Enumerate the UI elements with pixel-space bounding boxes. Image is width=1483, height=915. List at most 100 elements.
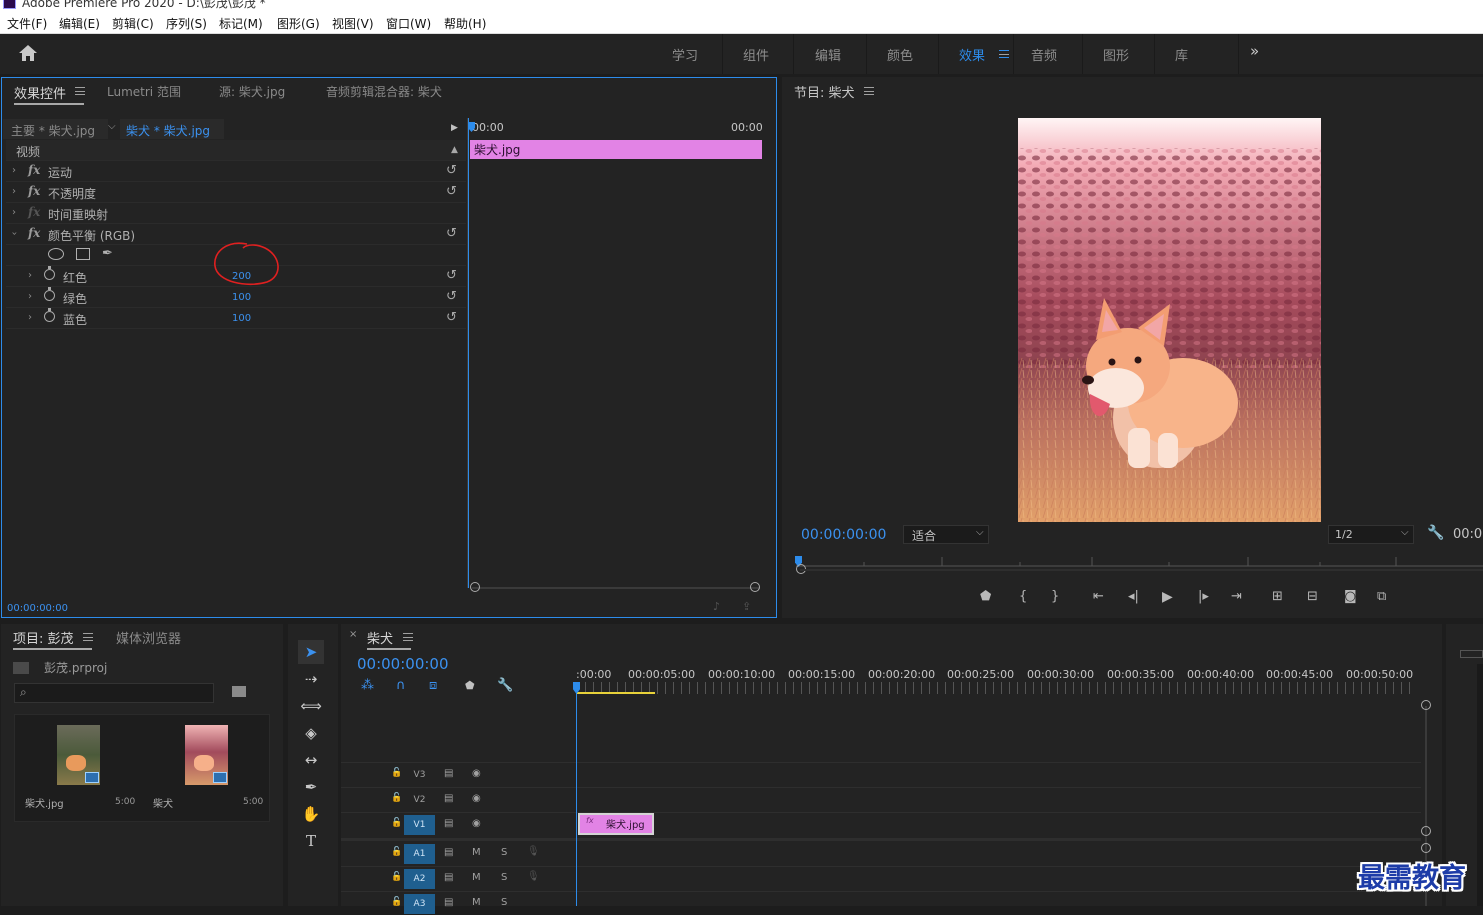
fx-icon[interactable]: fx <box>28 163 40 177</box>
resolution-dropdown[interactable]: 1/2 ⌵ <box>1328 525 1414 544</box>
effect-timecode[interactable]: 00:00:00:00 <box>7 603 68 614</box>
find-bin-icon[interactable] <box>232 686 246 697</box>
menu-edit[interactable]: 编辑(E) <box>59 15 100 32</box>
effect-clip-bar[interactable]: 柴犬.jpg <box>470 140 762 159</box>
source-selector[interactable]: 主要 * 柴犬.jpg <box>3 119 108 139</box>
track-a1[interactable]: 🔓 A1 ▤ M S 🎙 <box>341 842 577 865</box>
slip-tool-icon[interactable]: ↔ <box>298 748 324 772</box>
track-v1[interactable]: 🔓 V1 ▤ ◉ <box>341 813 577 836</box>
play-icon[interactable]: ▶ <box>1162 589 1173 605</box>
track-name[interactable]: V2 <box>404 790 435 810</box>
menu-graphics[interactable]: 图形(G) <box>277 15 320 32</box>
step-forward-icon[interactable]: |▸ <box>1198 589 1209 604</box>
chevron-right-icon[interactable]: › <box>12 165 16 176</box>
wrench-icon[interactable]: 🔧 <box>1427 525 1444 541</box>
fx-icon[interactable]: fx <box>28 226 40 240</box>
mute-button[interactable]: M <box>472 847 481 858</box>
project-search-input[interactable]: ⌕ <box>14 683 214 703</box>
scroll-handle[interactable] <box>1421 826 1431 836</box>
stopwatch-icon[interactable] <box>44 308 55 322</box>
hand-tool-icon[interactable]: ✋ <box>298 802 324 826</box>
collapse-up-icon[interactable]: ▲ <box>451 145 458 155</box>
lock-icon[interactable]: 🔓 <box>391 818 402 828</box>
menu-view[interactable]: 视图(V) <box>332 15 374 32</box>
fx-icon[interactable]: fx <box>28 184 40 198</box>
microphone-icon[interactable]: 🎙 <box>527 871 540 882</box>
extract-icon[interactable]: ⊟ <box>1307 589 1318 604</box>
reset-icon[interactable]: ↺ <box>446 184 457 199</box>
reset-icon[interactable]: ↺ <box>446 226 457 241</box>
reset-icon[interactable]: ↺ <box>446 268 457 283</box>
microphone-icon[interactable]: 🎙 <box>527 846 540 857</box>
program-video-frame[interactable] <box>1018 118 1321 522</box>
mute-button[interactable]: M <box>472 897 481 908</box>
add-marker-icon[interactable]: ⬟ <box>465 679 475 692</box>
tab-project[interactable]: 项目: 彭茂 <box>13 628 91 650</box>
program-timecode[interactable]: 00:00:00:00 <box>801 527 886 543</box>
workspace-editing[interactable]: 编辑 <box>815 45 841 64</box>
track-name[interactable]: V1 <box>404 815 435 835</box>
track-name[interactable]: A2 <box>404 869 435 889</box>
effect-timeline[interactable]: 00:00 00:00 柴犬.jpg <box>467 118 765 592</box>
workspace-libraries[interactable]: 库 <box>1175 45 1188 64</box>
timeline-clip[interactable]: fx 柴犬.jpg <box>578 813 654 835</box>
fx-badge-icon[interactable]: fx <box>586 816 594 825</box>
tab-lumetri-scopes[interactable]: Lumetri 范围 <box>107 83 181 100</box>
ellipse-mask-icon[interactable] <box>48 248 64 260</box>
fit-dropdown[interactable]: 适合 ⌵ <box>903 525 989 544</box>
sync-lock-icon[interactable]: ▤ <box>444 768 453 779</box>
comparison-view-icon[interactable]: ⧉ <box>1377 589 1386 604</box>
rectangle-mask-icon[interactable] <box>76 248 90 260</box>
panel-menu-icon[interactable] <box>864 87 874 95</box>
audio-clip-icon[interactable]: ♪ <box>713 600 720 613</box>
param-blue[interactable]: › 蓝色 100 ↺ <box>6 308 466 329</box>
track-name[interactable]: A3 <box>404 894 435 914</box>
zoom-scrollbar[interactable] <box>800 569 1483 571</box>
sync-lock-icon[interactable]: ▤ <box>444 818 453 829</box>
go-to-in-icon[interactable]: ⇤ <box>1093 589 1104 604</box>
stopwatch-icon[interactable] <box>44 266 55 280</box>
track-a2[interactable]: 🔓 A2 ▤ M S 🎙 <box>341 867 577 890</box>
workspace-menu-icon[interactable] <box>999 50 1009 58</box>
play-only-clip-icon[interactable]: ▶ <box>451 123 458 133</box>
snap-icon[interactable]: ∩ <box>396 678 406 693</box>
reset-icon[interactable]: ↺ <box>446 163 457 178</box>
menu-sequence[interactable]: 序列(S) <box>166 15 207 32</box>
lock-icon[interactable]: 🔓 <box>391 872 402 882</box>
wrench-icon[interactable]: 🔧 <box>497 678 513 693</box>
workspace-graphics[interactable]: 图形 <box>1103 45 1129 64</box>
zoom-handle-left[interactable] <box>470 582 480 592</box>
mark-in-icon[interactable]: { <box>1019 589 1027 604</box>
selection-tool-icon[interactable]: ➤ <box>298 640 324 664</box>
solo-button[interactable]: S <box>501 872 507 883</box>
workspace-audio[interactable]: 音频 <box>1031 45 1057 64</box>
track-a3[interactable]: 🔓 A3 ▤ M S <box>341 892 577 915</box>
lift-icon[interactable]: ⊞ <box>1272 589 1283 604</box>
mute-button[interactable]: M <box>472 872 481 883</box>
ripple-edit-tool-icon[interactable]: ⟺ <box>298 694 324 718</box>
sync-lock-icon[interactable]: ▤ <box>444 872 453 883</box>
tab-audio-mixer[interactable]: 音频剪辑混合器: 柴犬 <box>326 83 442 100</box>
scroll-handle[interactable] <box>1421 700 1431 710</box>
sync-lock-icon[interactable]: ▤ <box>444 897 453 908</box>
param-green[interactable]: › 绿色 100 ↺ <box>6 287 466 308</box>
linked-selection-icon[interactable]: ⧈ <box>429 678 437 693</box>
mark-out-icon[interactable]: } <box>1051 589 1059 604</box>
chevron-right-icon[interactable]: › <box>12 186 16 197</box>
track-v2[interactable]: 🔓 V2 ▤ ◉ <box>341 788 577 811</box>
track-select-tool-icon[interactable]: ⇢ <box>298 667 324 691</box>
reset-icon[interactable]: ↺ <box>446 310 457 325</box>
lock-icon[interactable]: 🔓 <box>391 847 402 857</box>
export-icon[interactable]: ⇪ <box>742 600 751 613</box>
tab-source[interactable]: 源: 柴犬.jpg <box>219 83 285 100</box>
panel-menu-icon[interactable] <box>403 633 413 641</box>
project-item[interactable]: 柴犬 5:00 <box>143 715 270 821</box>
workspace-assembly[interactable]: 组件 <box>743 45 769 64</box>
zoom-scrollbar[interactable] <box>472 587 760 589</box>
work-area-bar[interactable] <box>577 692 655 694</box>
chevron-right-icon[interactable]: › <box>28 312 32 323</box>
section-video[interactable]: 视频 ▲ <box>6 140 466 161</box>
pen-tool-icon[interactable]: ✒ <box>298 775 324 799</box>
panel-menu-icon[interactable] <box>75 87 85 95</box>
add-marker-icon[interactable]: ⬟ <box>980 589 991 604</box>
